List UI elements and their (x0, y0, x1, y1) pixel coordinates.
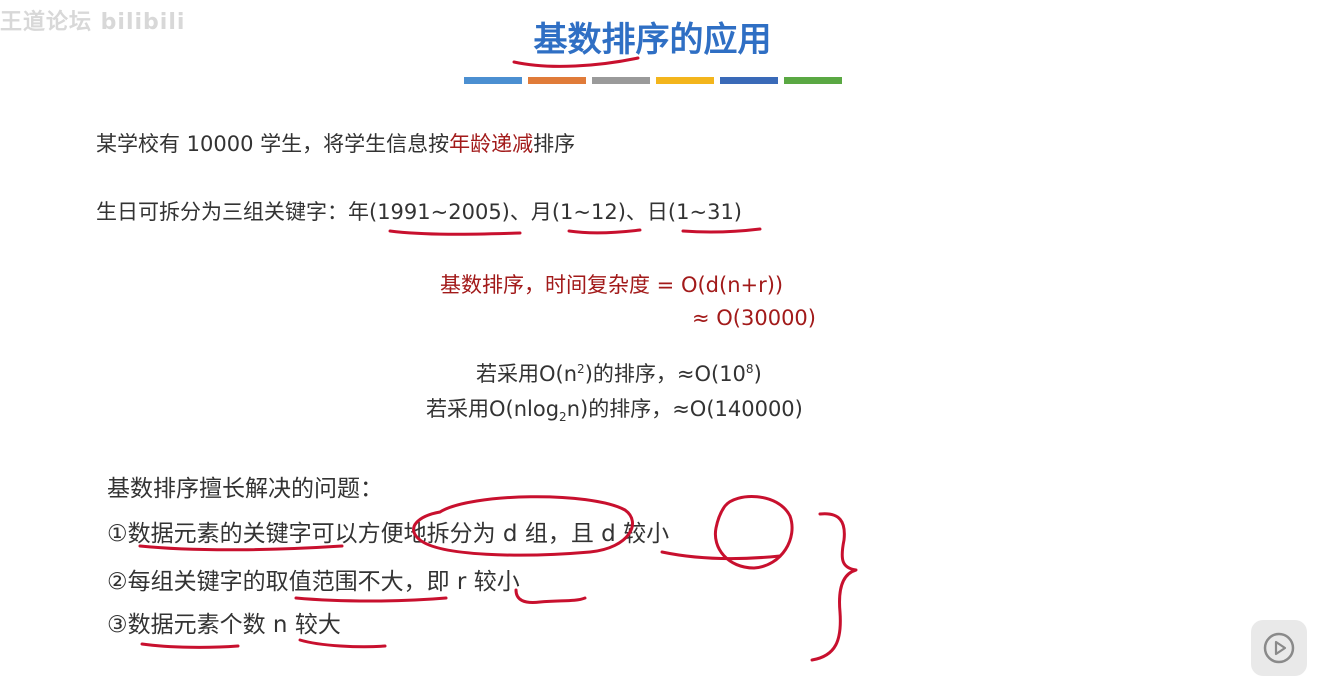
right-brace (810, 512, 858, 662)
underline-year (388, 229, 522, 236)
alt2-after: n)的排序，≈O(140000) (566, 397, 803, 421)
alt1-mid: )的排序，≈O(10 (584, 362, 746, 386)
underline-n-large (298, 638, 387, 649)
alt2-sub: 2 (559, 410, 567, 425)
title-color-bar (464, 77, 842, 84)
title-bar-segment (592, 77, 650, 84)
title-bar-segment (464, 77, 522, 84)
play-icon (1263, 632, 1295, 664)
alt1-before: 若采用O(n (476, 362, 578, 386)
title-bar-segment (784, 77, 842, 84)
underline-r-small (514, 588, 587, 604)
play-button[interactable] (1251, 620, 1307, 676)
underline-d-small (660, 550, 782, 561)
alt2-before: 若采用O(nlog (426, 397, 560, 421)
alt1-sup: 2 (577, 362, 585, 376)
strength-item-3: ③数据元素个数 n 较大 (107, 612, 341, 638)
circle-d-small (713, 495, 794, 570)
strength-item-2: ②每组关键字的取值范围不大，即 r 较小 (107, 569, 520, 595)
alt1-after: ) (753, 362, 762, 386)
title-bar-segment (528, 77, 586, 84)
paragraph-keys: 生日可拆分为三组关键字：年(1991~2005)、月(1~12)、日(1~31) (96, 200, 742, 224)
underline-month (567, 228, 642, 235)
underline-value-range (294, 596, 448, 603)
alt-nlogn: 若采用O(nlog2n)的排序，≈O(140000) (426, 393, 803, 424)
underline-data-count (140, 642, 240, 649)
alt-n-squared: 若采用O(n2)的排序，≈O(108) (476, 358, 762, 388)
title-bar-segment (720, 77, 778, 84)
page-title: 基数排序的应用 (533, 20, 772, 60)
highlight-age-desc: 年龄递减 (449, 132, 534, 156)
complexity-approx: ≈ O(30000) (692, 306, 816, 330)
title-bar-segment (656, 77, 714, 84)
paragraph-students-tail: 排序 (533, 132, 576, 156)
strengths-heading: 基数排序擅长解决的问题： (107, 476, 383, 502)
complexity-line: 基数排序，时间复杂度 = O(d(n+r)) (440, 273, 784, 297)
strength-item-1: ①数据元素的关键字可以方便地拆分为 d 组，且 d 较小 (107, 521, 670, 547)
paragraph-students-text: 某学校有 10000 学生，将学生信息按 (96, 132, 450, 156)
alt1-sup2: 8 (745, 362, 754, 376)
underline-day (681, 227, 762, 234)
paragraph-students: 某学校有 10000 学生，将学生信息按年龄递减排序 (96, 128, 575, 158)
